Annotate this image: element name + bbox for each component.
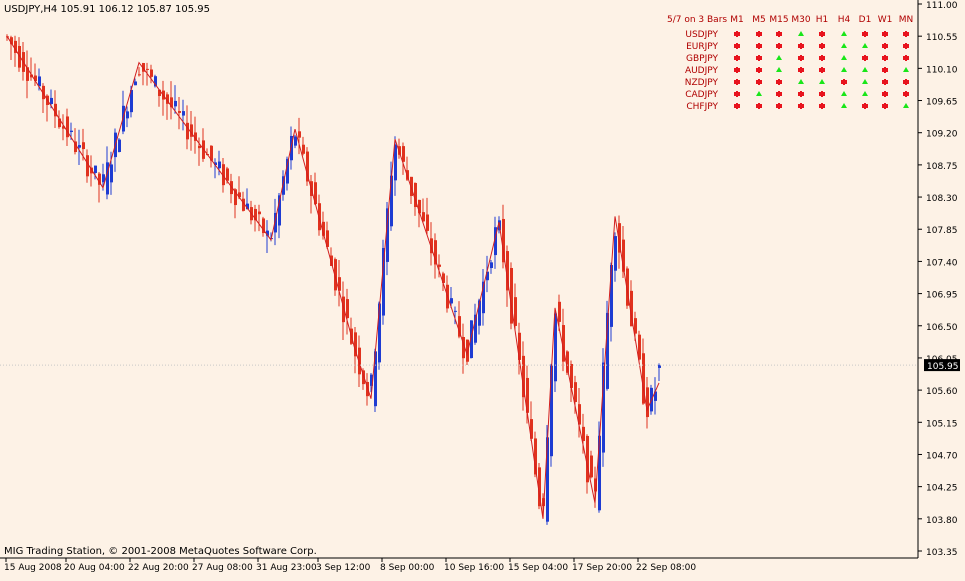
timeframe-label: H1 (816, 15, 829, 25)
timeframe-label: M1 (730, 15, 744, 25)
timeframe-label: M15 (769, 15, 788, 25)
price-label-text: 105.95 (927, 362, 959, 372)
candle-body (146, 68, 149, 70)
y-tick-label: 109.65 (926, 98, 958, 108)
signal-pair-label: AUDJPY (685, 66, 719, 76)
x-tick-label: 3 Sep 12:00 (316, 563, 371, 573)
candle-body (82, 142, 85, 150)
candle-body (118, 139, 121, 152)
candle-body (226, 168, 229, 181)
y-tick-label: 109.20 (926, 130, 958, 140)
x-tick-label: 17 Sep 20:00 (572, 563, 632, 573)
candle-body (558, 301, 561, 322)
timeframe-label: MN (899, 15, 914, 25)
y-tick-label: 103.80 (926, 516, 958, 526)
signal-pair-label: CADJPY (685, 90, 718, 100)
candle-body (138, 74, 141, 76)
signal-pair-label: CHFJPY (686, 102, 718, 112)
signal-pair-label: USDJPY (685, 30, 718, 40)
candle-body (522, 355, 525, 398)
candle-body (258, 211, 261, 215)
y-tick-label: 108.75 (926, 162, 958, 172)
candle-body (294, 136, 297, 146)
y-tick-label: 105.15 (926, 419, 958, 429)
timeframe-label: H4 (838, 15, 851, 25)
candle-body (378, 303, 381, 363)
candle-body (298, 131, 301, 138)
candle-body (198, 145, 201, 149)
signal-pair-label: EURJPY (686, 42, 718, 52)
candle-body (646, 387, 649, 418)
candle-body (78, 145, 81, 148)
candle-body (38, 76, 41, 87)
candle-body (70, 130, 73, 133)
symbol-info: USDJPY,H4 105.91 106.12 105.87 105.95 (4, 4, 210, 15)
candle-body (454, 310, 457, 312)
candle-body (110, 164, 113, 183)
candle-body (94, 165, 97, 173)
copyright-text: MIG Trading Station, © 2001-2008 MetaQuo… (4, 546, 317, 557)
candle-body (174, 100, 177, 107)
x-tick-label: 22 Sep 08:00 (636, 563, 696, 573)
candle-body (490, 262, 493, 269)
signal-panel-title: 5/7 on 3 Bars (667, 15, 727, 25)
y-tick-label: 110.10 (926, 65, 958, 75)
signal-pair-label: NZDJPY (685, 78, 719, 88)
price-chart[interactable]: 111.00 110.55 110.10 109.65 109.20 108.75 108.… (0, 0, 965, 577)
x-tick-label: 15 Aug 2008 (4, 563, 62, 573)
candle-body (346, 299, 349, 319)
y-tick-label: 103.35 (926, 548, 958, 558)
candle-body (178, 111, 181, 113)
y-tick-label: 111.00 (926, 1, 958, 11)
y-tick-label: 107.85 (926, 226, 958, 236)
candle-body (218, 161, 221, 169)
timeframe-label: D1 (859, 15, 872, 25)
candle-body (50, 97, 53, 105)
signal-pair-label: GBPJPY (686, 54, 718, 64)
y-tick-label: 105.60 (926, 387, 958, 397)
y-tick-label: 106.95 (926, 291, 958, 301)
x-tick-label: 31 Aug 23:00 (256, 563, 317, 573)
x-tick-label: 27 Aug 08:00 (192, 563, 253, 573)
candle-body (574, 382, 577, 403)
timeframe-label: M30 (791, 15, 810, 25)
timeframe-label: M5 (752, 15, 766, 25)
x-tick-label: 10 Sep 16:00 (444, 563, 504, 573)
y-tick-label: 104.25 (926, 484, 958, 494)
y-tick-label: 104.70 (926, 451, 958, 461)
x-tick-label: 22 Aug 20:00 (128, 563, 189, 573)
candle-body (610, 265, 613, 327)
candle-body (150, 69, 153, 77)
y-tick-label: 110.55 (926, 33, 958, 43)
x-tick-label: 8 Sep 00:00 (380, 563, 435, 573)
candle-body (514, 297, 517, 326)
candle-body (426, 214, 429, 231)
candle-body (438, 264, 441, 267)
candle-body (134, 81, 137, 86)
candle-body (402, 146, 405, 162)
x-tick-label: 20 Aug 04:00 (64, 563, 125, 573)
candle-body (186, 122, 189, 140)
chart-container[interactable]: 111.00 110.55 110.10 109.65 109.20 108.75 108.… (0, 0, 965, 577)
y-tick-label: 106.50 (926, 323, 958, 333)
candle-body (126, 111, 129, 119)
candle-body (182, 111, 185, 116)
y-tick-label: 107.40 (926, 258, 958, 268)
candle-body (302, 144, 305, 154)
x-tick-label: 15 Sep 04:00 (508, 563, 568, 573)
candle-body (614, 236, 617, 271)
candle-body (450, 298, 453, 304)
candle-body (582, 426, 585, 442)
y-tick-label: 108.30 (926, 194, 958, 204)
candle-body (590, 455, 593, 478)
timeframe-label: W1 (878, 15, 893, 25)
